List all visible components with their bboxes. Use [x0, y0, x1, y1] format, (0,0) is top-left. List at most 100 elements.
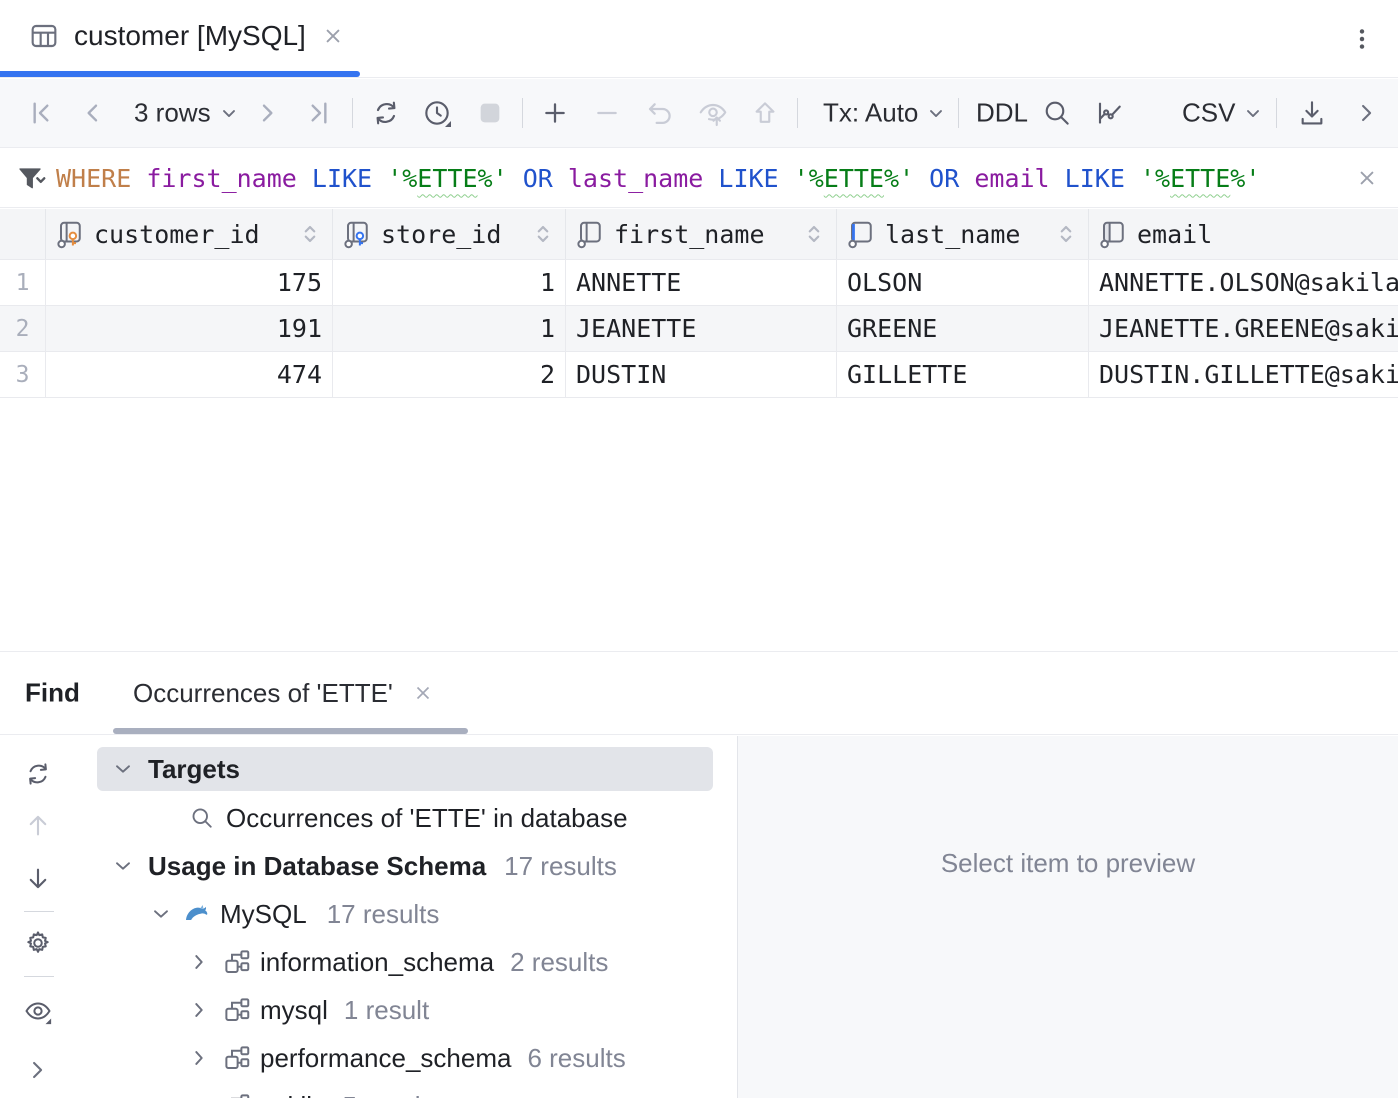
next-page-button[interactable] [252, 97, 284, 129]
next-occurrence-button[interactable] [23, 864, 53, 894]
page-size-label: 3 rows [134, 98, 211, 129]
cell-store-id[interactable]: 1 [333, 306, 566, 351]
last-page-button[interactable] [304, 97, 336, 129]
tree-item-usage[interactable]: Usage in Database Schema 17 results [97, 844, 617, 888]
schedule-refresh-button[interactable] [421, 97, 453, 129]
editor-tab-customer[interactable]: customer [MySQL] [28, 0, 346, 72]
primary-key-column-icon [56, 219, 86, 249]
cell-last-name[interactable]: GILLETTE [837, 352, 1089, 397]
ddl-button[interactable]: DDL [976, 98, 1028, 129]
strip-separator [24, 911, 54, 912]
add-row-button[interactable] [539, 97, 571, 129]
sort-icon[interactable] [802, 222, 826, 246]
row-number[interactable]: 3 [0, 352, 46, 397]
cell-store-id[interactable]: 1 [333, 260, 566, 305]
chevron-down-icon[interactable] [110, 756, 136, 782]
column-header-store-id[interactable]: store_id [333, 209, 566, 259]
tab-close-icon[interactable] [411, 681, 435, 705]
cell-email[interactable]: ANNETTE.OLSON@sakila [1089, 260, 1398, 305]
chevron-down-icon [219, 103, 239, 123]
cell-customer-id[interactable]: 175 [46, 260, 333, 305]
preview-toggle-button[interactable] [23, 996, 53, 1026]
sort-icon[interactable] [531, 222, 555, 246]
tree-item-performance-schema[interactable]: performance_schema 6 results [97, 1036, 626, 1080]
column-header-first-name[interactable]: first_name [566, 209, 837, 259]
tree-item-information-schema[interactable]: information_schema 2 results [97, 940, 608, 984]
toolbar-separator [1276, 98, 1277, 128]
chevron-right-icon[interactable] [186, 997, 212, 1023]
previous-occurrence-button[interactable] [23, 810, 53, 840]
chevron-right-icon[interactable] [186, 1045, 212, 1071]
cell-store-id[interactable]: 2 [333, 352, 566, 397]
tree-item-label: information_schema [260, 947, 494, 978]
page-size-dropdown[interactable]: 3 rows [134, 98, 239, 129]
rerun-search-button[interactable] [23, 759, 53, 789]
filter-input[interactable]: WHERE first_name LIKE '%ETTE%' OR last_n… [56, 149, 1260, 207]
schema-icon [222, 947, 252, 977]
column-icon [576, 219, 606, 249]
find-tab-occurrences[interactable]: Occurrences of 'ETTE' [133, 652, 435, 734]
row-number[interactable]: 1 [0, 260, 46, 305]
expand-button[interactable] [23, 1056, 51, 1084]
chevron-down-icon[interactable] [110, 853, 136, 879]
chevron-down-icon [926, 103, 946, 123]
find-results-tree: Targets Occurrences of 'ETTE' in databas… [97, 736, 737, 1098]
column-header-customer-id[interactable]: customer_id [46, 209, 333, 259]
result-count: 2 results [510, 947, 608, 978]
sort-icon[interactable] [1054, 222, 1078, 246]
cell-first-name[interactable]: DUSTIN [566, 352, 837, 397]
tx-mode-label: Tx: Auto [823, 98, 918, 129]
cell-first-name[interactable]: JEANETTE [566, 306, 837, 351]
find-toolbar-strip [0, 736, 78, 1098]
cell-customer-id[interactable]: 191 [46, 306, 333, 351]
tree-item-occurrences[interactable]: Occurrences of 'ETTE' in database [97, 796, 628, 840]
filter-clear-icon[interactable] [1354, 165, 1380, 191]
cell-first-name[interactable]: ANNETTE [566, 260, 837, 305]
grid-toolbar: 3 rows [0, 79, 1398, 148]
chart-button[interactable] [1094, 97, 1126, 129]
tree-item-mysql[interactable]: MySQL 17 results [97, 892, 439, 936]
sort-icon[interactable] [298, 222, 322, 246]
find-in-grid-button[interactable] [1041, 97, 1073, 129]
reload-data-button[interactable] [370, 97, 402, 129]
cell-email[interactable]: DUSTIN.GILLETTE@saki [1089, 352, 1398, 397]
stop-button[interactable] [474, 97, 506, 129]
column-header-email[interactable]: email [1089, 209, 1398, 259]
sql-string: %' [478, 164, 508, 193]
cell-last-name[interactable]: OLSON [837, 260, 1089, 305]
cell-email[interactable]: JEANETTE.GREENE@saki [1089, 306, 1398, 351]
tab-close-icon[interactable] [320, 23, 346, 49]
tree-item-targets[interactable]: Targets [97, 747, 713, 791]
toolbar-overflow-button[interactable] [1352, 99, 1380, 127]
first-page-button[interactable] [24, 97, 56, 129]
export-format-dropdown[interactable]: CSV [1182, 98, 1263, 129]
previous-page-button[interactable] [76, 97, 108, 129]
chevron-right-icon[interactable] [186, 949, 212, 975]
sql-string: %' [1230, 164, 1260, 193]
tree-item-mysql-schema[interactable]: mysql 1 result [97, 988, 429, 1032]
delete-row-button[interactable] [591, 97, 623, 129]
sql-string: '% [387, 164, 417, 193]
find-settings-button[interactable] [23, 928, 53, 958]
filter-icon[interactable] [16, 163, 48, 195]
more-options-icon[interactable] [1348, 25, 1376, 53]
cell-customer-id[interactable]: 474 [46, 352, 333, 397]
row-number[interactable]: 2 [0, 306, 46, 351]
tx-mode-dropdown[interactable]: Tx: Auto [823, 98, 946, 129]
indexed-key-column-icon [343, 219, 373, 249]
chevron-right-icon[interactable] [186, 1093, 212, 1098]
export-data-button[interactable] [1296, 97, 1328, 129]
column-name: email [1137, 220, 1212, 249]
indexed-column-icon [847, 219, 877, 249]
tree-item-sakila[interactable]: sakila 5 results [97, 1084, 441, 1098]
cell-last-name[interactable]: GREENE [837, 306, 1089, 351]
chevron-down-icon[interactable] [148, 901, 174, 927]
sql-keyword: LIKE [718, 164, 778, 193]
export-format-label: CSV [1182, 98, 1235, 129]
preview-changes-button[interactable] [697, 97, 729, 129]
submit-button[interactable] [749, 97, 781, 129]
revert-changes-button[interactable] [644, 97, 676, 129]
toolbar-separator [522, 98, 523, 128]
datagrip-window: customer [MySQL] 3 rows [0, 0, 1398, 1098]
column-header-last-name[interactable]: last_name [837, 209, 1089, 259]
